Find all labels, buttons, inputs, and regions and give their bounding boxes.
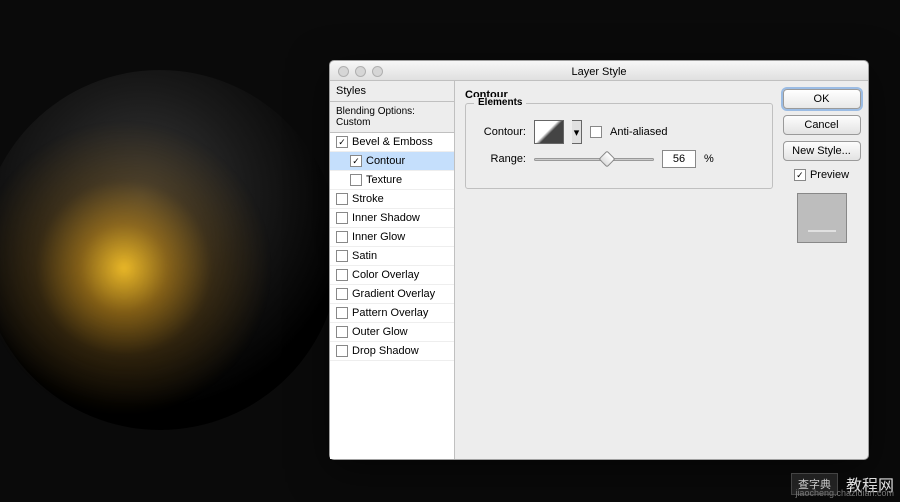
style-checkbox[interactable] [336, 345, 348, 357]
sidebar-item-label: Satin [352, 250, 377, 262]
sidebar-item-outer-glow[interactable]: Outer Glow [330, 323, 454, 342]
style-checkbox[interactable] [336, 212, 348, 224]
sidebar-item-label: Texture [366, 174, 402, 186]
watermark: 查字典 教程网 jiaocheng.chazidian.com [791, 472, 894, 496]
sidebar-item-label: Inner Glow [352, 231, 405, 243]
range-label: Range: [476, 153, 526, 165]
style-checkbox[interactable] [336, 288, 348, 300]
sidebar-item-inner-shadow[interactable]: Inner Shadow [330, 209, 454, 228]
slider-handle[interactable] [599, 151, 616, 168]
sidebar-item-label: Drop Shadow [352, 345, 419, 357]
sidebar-item-satin[interactable]: Satin [330, 247, 454, 266]
sidebar-item-label: Outer Glow [352, 326, 408, 338]
style-checkbox[interactable] [336, 326, 348, 338]
sidebar-item-inner-glow[interactable]: Inner Glow [330, 228, 454, 247]
sidebar-item-label: Color Overlay [352, 269, 419, 281]
styles-sidebar: Styles Blending Options: Custom Bevel & … [330, 81, 455, 459]
slider-track [534, 158, 654, 161]
artwork-glow [0, 70, 340, 430]
chevron-down-icon: ▾ [574, 126, 580, 139]
style-checkbox[interactable] [350, 174, 362, 186]
contour-thumbnail[interactable] [534, 120, 564, 144]
preview-swatch [797, 193, 847, 243]
sidebar-item-gradient-overlay[interactable]: Gradient Overlay [330, 285, 454, 304]
style-checkbox[interactable] [336, 307, 348, 319]
range-slider[interactable] [534, 152, 654, 166]
preview-label: Preview [810, 169, 849, 181]
contour-dropdown[interactable]: ▾ [572, 120, 582, 144]
dialog-buttons: OK Cancel New Style... Preview [783, 81, 868, 459]
zoom-icon[interactable] [372, 66, 383, 77]
sidebar-item-stroke[interactable]: Stroke [330, 190, 454, 209]
range-unit: % [704, 153, 714, 165]
group-label: Elements [474, 97, 526, 108]
cancel-button[interactable]: Cancel [783, 115, 861, 135]
sidebar-item-label: Gradient Overlay [352, 288, 435, 300]
dialog-titlebar[interactable]: Layer Style [330, 61, 868, 81]
contour-label: Contour: [476, 126, 526, 138]
sidebar-item-pattern-overlay[interactable]: Pattern Overlay [330, 304, 454, 323]
sidebar-item-drop-shadow[interactable]: Drop Shadow [330, 342, 454, 361]
sidebar-item-label: Pattern Overlay [352, 307, 428, 319]
layer-style-dialog: Layer Style Styles Blending Options: Cus… [329, 60, 869, 460]
traffic-lights [338, 66, 383, 77]
elements-group: Elements Contour: ▾ Anti-aliased Range: … [465, 103, 773, 189]
sidebar-header[interactable]: Styles [330, 81, 454, 102]
style-checkbox[interactable] [336, 193, 348, 205]
preview-checkbox[interactable] [794, 169, 806, 181]
style-checkbox[interactable] [336, 269, 348, 281]
sidebar-item-bevel-emboss[interactable]: Bevel & Emboss [330, 133, 454, 152]
antialiased-label: Anti-aliased [610, 126, 667, 138]
sidebar-item-color-overlay[interactable]: Color Overlay [330, 266, 454, 285]
style-checkbox[interactable] [336, 231, 348, 243]
minimize-icon[interactable] [355, 66, 366, 77]
range-input[interactable]: 56 [662, 150, 696, 168]
style-checkbox[interactable] [336, 136, 348, 148]
ok-button[interactable]: OK [783, 89, 861, 109]
sidebar-item-texture[interactable]: Texture [330, 171, 454, 190]
watermark-url: jiaocheng.chazidian.com [795, 488, 894, 498]
blending-options[interactable]: Blending Options: Custom [330, 102, 454, 133]
antialiased-checkbox[interactable] [590, 126, 602, 138]
close-icon[interactable] [338, 66, 349, 77]
new-style-button[interactable]: New Style... [783, 141, 861, 161]
sidebar-item-label: Contour [366, 155, 405, 167]
contour-panel: Contour Elements Contour: ▾ Anti-aliased… [455, 81, 783, 459]
sidebar-item-label: Stroke [352, 193, 384, 205]
sidebar-item-label: Inner Shadow [352, 212, 420, 224]
style-checkbox[interactable] [350, 155, 362, 167]
sidebar-item-label: Bevel & Emboss [352, 136, 433, 148]
style-checkbox[interactable] [336, 250, 348, 262]
sidebar-item-contour[interactable]: Contour [330, 152, 454, 171]
dialog-title: Layer Style [571, 66, 626, 78]
